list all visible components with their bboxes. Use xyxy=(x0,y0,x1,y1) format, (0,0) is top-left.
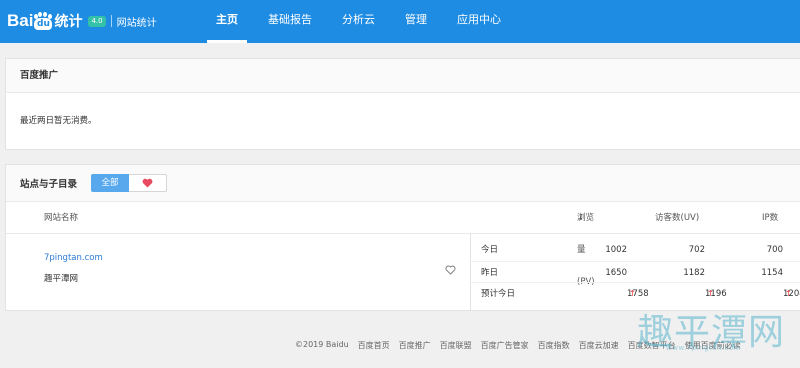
footer-link[interactable]: 百度联盟 xyxy=(440,340,472,351)
pv-value: 1002 xyxy=(605,245,627,255)
heart-icon xyxy=(142,178,153,188)
ip-value: 1154 xyxy=(761,268,783,278)
footer-link[interactable]: 百度广告管家 xyxy=(481,340,529,351)
logo-du: du xyxy=(34,18,53,30)
stats-row-yesterday: 昨日 1650 1182 1154 xyxy=(471,261,800,283)
promotion-panel-title: 百度推广 xyxy=(6,59,800,93)
site-name: 趣平潭网 xyxy=(44,274,79,284)
footer-link[interactable]: 百度推广 xyxy=(399,340,431,351)
sites-panel-title: 站点与子目录 xyxy=(20,179,78,190)
logo-divider xyxy=(110,15,112,27)
baidu-promotion-panel: 百度推广 最近两日暂无消费。 xyxy=(5,58,800,150)
site-url-link[interactable]: 7pingtan.com xyxy=(44,253,103,263)
pv-value: 1650 xyxy=(605,268,627,278)
footer-link[interactable]: 百度首页 xyxy=(358,340,390,351)
col-site-name: 网站名称 xyxy=(44,213,79,223)
up-arrow-icon: ↑ xyxy=(785,289,792,298)
col-ip-count[interactable]: IP数 xyxy=(762,202,778,234)
stats-label: 今日 xyxy=(481,245,499,255)
footer-link[interactable]: 百度指数 xyxy=(538,340,570,351)
filter-all-button[interactable]: 全部 xyxy=(91,174,130,192)
stats-row-forecast: 预计今日 1758↑ 1196↑ 1204↑ xyxy=(471,283,800,305)
stats-row-today: 今日 1002 702 700 xyxy=(471,239,800,261)
site-filter-group: 全部 xyxy=(91,174,168,192)
site-info: 7pingtan.com 趣平潭网 xyxy=(44,253,103,284)
logo-product: 统计 xyxy=(54,14,83,30)
main-nav: 主页 基础报告 分析云 管理 应用中心 xyxy=(207,0,522,43)
sites-table-header: 网站名称 浏览量(PV) ↓ 访客数(UV) IP数 xyxy=(6,202,800,287)
footer-link[interactable]: 百度云加速 xyxy=(579,340,619,351)
footer-copyright: ©2019 Baidu xyxy=(295,340,349,349)
nav-app-center[interactable]: 应用中心 xyxy=(448,0,510,43)
heart-outline-icon xyxy=(445,265,456,275)
sort-down-icon: ↓ xyxy=(577,213,584,222)
baidu-tongji-logo[interactable]: Bai du 统计 4.0 网站统计 xyxy=(7,10,157,32)
logo-text: Bai xyxy=(7,11,34,30)
promotion-message: 最近两日暂无消费。 xyxy=(20,116,97,126)
nav-management[interactable]: 管理 xyxy=(396,0,436,43)
stats-label: 预计今日 xyxy=(481,289,516,299)
top-navigation-bar: Bai du 统计 4.0 网站统计 主页 基础报告 分析云 管理 应用中心 xyxy=(0,0,800,43)
nav-analytics-cloud[interactable]: 分析云 xyxy=(333,0,384,43)
sites-panel-header: 站点与子目录 全部 xyxy=(6,165,800,202)
filter-favorites-button[interactable] xyxy=(129,174,168,192)
stats-label: 昨日 xyxy=(481,268,499,278)
sites-panel: 站点与子目录 全部 网站名称 浏览量(PV) ↓ 访客数(UV) IP数 7pi… xyxy=(5,164,800,311)
nav-basic-reports[interactable]: 基础报告 xyxy=(259,0,321,43)
col-visitors[interactable]: 访客数(UV) xyxy=(655,202,699,234)
baidu-paw-icon: du xyxy=(34,12,53,30)
nav-home[interactable]: 主页 xyxy=(207,0,247,43)
ip-value: 700 xyxy=(766,245,783,255)
uv-value: 1182 xyxy=(683,268,705,278)
favorite-toggle[interactable] xyxy=(445,265,456,278)
version-badge: 4.0 xyxy=(88,15,106,27)
uv-value: 702 xyxy=(688,245,705,255)
site-stats-label: 网站统计 xyxy=(116,17,157,29)
up-arrow-icon: ↑ xyxy=(707,289,714,298)
up-arrow-icon: ↑ xyxy=(629,289,636,298)
watermark-url: www.7pingtan.com xyxy=(666,344,742,352)
